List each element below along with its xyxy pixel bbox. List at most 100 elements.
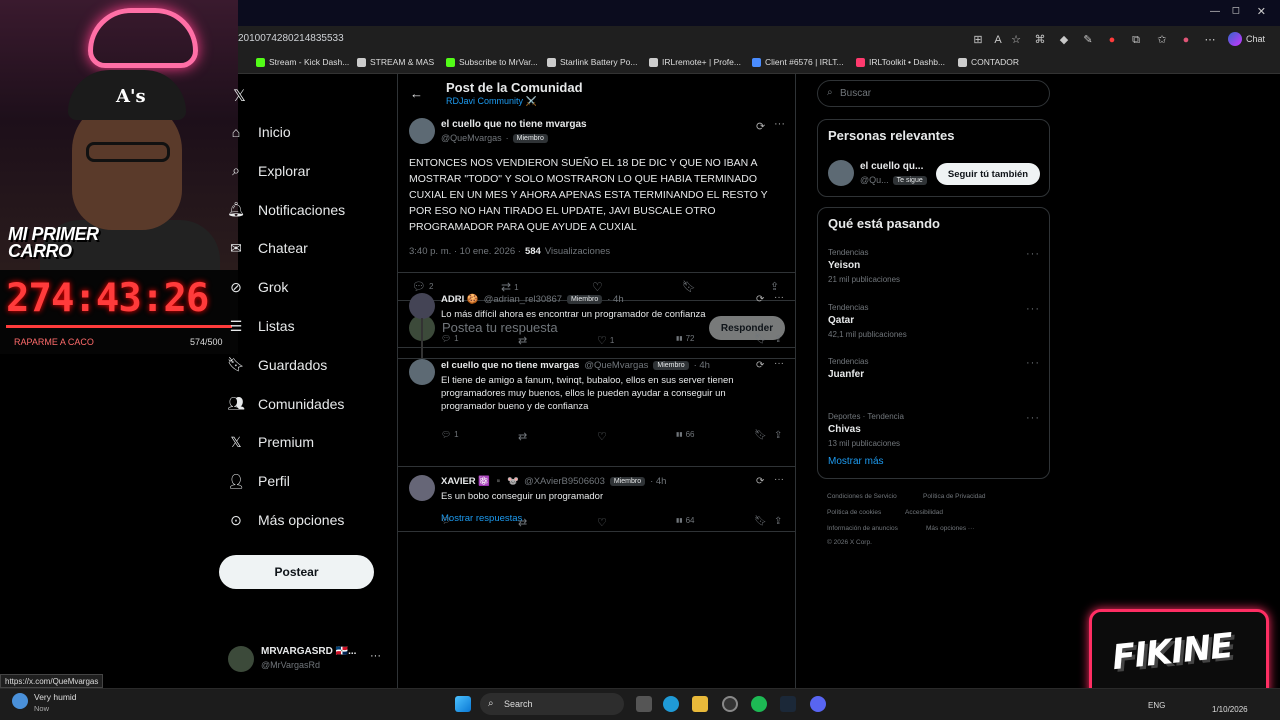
trend-more-icon[interactable]: ··· xyxy=(1026,303,1040,315)
repost-icon[interactable]: ⇄ xyxy=(518,430,527,443)
extension-red-icon[interactable]: ● xyxy=(1106,34,1118,46)
trend-more-icon[interactable]: ··· xyxy=(1026,248,1040,260)
post-timestamp[interactable]: 3:40 p. m. · 10 ene. 2026 · xyxy=(409,246,521,257)
bookmark-item[interactable]: IRLToolkit • Dashb... xyxy=(856,57,945,67)
taskbar-search[interactable]: ⌕ Search xyxy=(480,693,624,715)
share-icon[interactable]: ⇪ xyxy=(774,516,782,527)
post-more-icon[interactable]: ··· xyxy=(774,118,785,130)
reply-more-icon[interactable]: ··· xyxy=(774,474,784,485)
reply-action[interactable]: 💬︎ 1 xyxy=(441,430,459,439)
share-icon[interactable]: ⇪ xyxy=(774,430,782,441)
minimize-button[interactable]: — xyxy=(1210,6,1220,17)
views-action[interactable]: ▮▮ 64 xyxy=(676,516,695,525)
bookmark-item[interactable]: Subscribe to MrVar... xyxy=(446,57,538,67)
author-handle[interactable]: @QueMvargas xyxy=(441,133,502,143)
share-icon[interactable]: ⇪ xyxy=(774,334,782,345)
bookmark-icon[interactable]: 🔖︎ xyxy=(754,516,767,527)
maximize-button[interactable]: ◻ xyxy=(1232,5,1240,16)
reply-more-icon[interactable]: ··· xyxy=(774,292,784,303)
trend-more-icon[interactable]: ··· xyxy=(1026,357,1040,369)
clock-date[interactable]: 1/10/2026 xyxy=(1212,705,1248,714)
trend-item[interactable]: Deportes · Tendencia Chivas 13 mil publica… xyxy=(828,412,1040,448)
bookmark-item[interactable]: IRLremote+ | Profe... xyxy=(649,57,741,67)
reply-time[interactable]: · 4h xyxy=(694,360,710,371)
copilot-chat-button[interactable]: Chat xyxy=(1228,32,1265,46)
search-input[interactable]: Buscar xyxy=(840,88,871,99)
like-icon[interactable]: ♡ xyxy=(592,280,603,294)
bookmark-icon[interactable]: 🔖︎ xyxy=(754,430,767,441)
bookmark-icon[interactable]: 🔖︎ xyxy=(682,280,696,293)
weather-icon[interactable] xyxy=(12,693,28,709)
relevant-avatar[interactable] xyxy=(828,160,854,186)
reply-avatar[interactable] xyxy=(409,293,435,319)
reply-author-name[interactable]: XAVIER ⚛️ ▪️ 🐭 xyxy=(441,476,519,487)
reply-author-handle[interactable]: @XAvierB9506603 xyxy=(524,476,605,487)
grok-analyze-icon[interactable]: ⟳ xyxy=(756,476,764,487)
x-logo-icon[interactable]: 𝕏 xyxy=(233,86,246,106)
trend-item[interactable]: Tendencias Juanfer ··· xyxy=(828,357,1040,384)
relevant-name[interactable]: el cuello qu... xyxy=(860,161,923,172)
extension-diamond-icon[interactable]: ◆ xyxy=(1058,34,1070,46)
views-action[interactable]: ▮▮ 66 xyxy=(676,430,695,439)
community-link[interactable]: RDJavi Community ⚔️ xyxy=(446,96,537,107)
nav-item-comunidades[interactable]: 👥︎ Comunidades xyxy=(227,395,344,412)
nav-item-notificaciones[interactable]: 🔔︎ Notificaciones xyxy=(227,201,345,218)
favorites-icon[interactable]: ✩ xyxy=(1156,34,1168,46)
nav-item-explorar[interactable]: ⌕ Explorar xyxy=(228,162,310,179)
reply-more-icon[interactable]: ··· xyxy=(774,358,784,369)
repost-icon[interactable]: ⇄ xyxy=(518,516,527,529)
bookmark-item[interactable]: Stream - Kick Dash... xyxy=(256,57,349,67)
favorite-star-icon[interactable]: ☆ xyxy=(1010,34,1022,46)
trend-more-icon[interactable]: ··· xyxy=(1026,412,1040,424)
footer-link[interactable]: Política de Privacidad xyxy=(923,493,986,500)
windows-start-icon[interactable] xyxy=(455,696,471,712)
grok-analyze-icon[interactable]: ⟳ xyxy=(756,294,764,305)
spotify-icon[interactable] xyxy=(751,696,767,712)
footer-link[interactable]: Condiciones de Servicio xyxy=(827,493,897,500)
repost-icon[interactable]: ⇄ xyxy=(518,334,527,347)
reply-input[interactable]: Postea tu respuesta xyxy=(442,320,558,335)
extensions-puzzle-icon[interactable]: ⧉ xyxy=(1130,34,1142,46)
nav-item-grok[interactable]: ⊘ Grok xyxy=(228,279,288,296)
author-name[interactable]: el cuello que no tiene mvargas xyxy=(441,119,587,130)
reply-action[interactable]: 💬︎ xyxy=(441,516,454,525)
footer-link[interactable]: Más opciones ··· xyxy=(926,525,974,532)
nav-item-más-opciones[interactable]: ⊙ Más opciones xyxy=(228,512,344,529)
grok-analyze-icon[interactable]: ⟳ xyxy=(756,360,764,371)
url-text[interactable]: 2010074280214835533 xyxy=(238,33,344,44)
nav-item-inicio[interactable]: ⌂ Inicio xyxy=(228,124,291,140)
close-window-button[interactable]: ✕ xyxy=(1257,5,1266,18)
footer-link[interactable]: Accesibilidad xyxy=(905,509,943,516)
obs-icon[interactable] xyxy=(722,696,738,712)
task-view-icon[interactable] xyxy=(636,696,652,712)
trend-item[interactable]: Tendencias Yeison 21 mil publicaciones ··· xyxy=(828,248,1040,284)
edge-icon[interactable] xyxy=(663,696,679,712)
bookmark-icon[interactable]: 🔖︎ xyxy=(754,334,767,345)
nav-item-listas[interactable]: ☰ Listas xyxy=(228,318,295,335)
search-box[interactable]: ⌕ Buscar xyxy=(817,80,1050,107)
show-more-link[interactable]: Mostrar más xyxy=(828,456,884,467)
nav-item-chatear[interactable]: ✉ Chatear xyxy=(228,240,308,257)
extension-icon[interactable]: ⌘ xyxy=(1034,34,1046,46)
grok-analyze-icon[interactable]: ⟳ xyxy=(756,120,765,133)
nav-item-premium[interactable]: 𝕏 Premium xyxy=(228,434,314,451)
like-action[interactable]: ♡ 1 xyxy=(597,334,614,347)
repost-action[interactable]: ⇄ 1 xyxy=(501,280,519,294)
reply-author-name[interactable]: el cuello que no tiene mvargas xyxy=(441,360,579,371)
account-more-icon[interactable]: ··· xyxy=(370,650,381,662)
reply-avatar[interactable] xyxy=(409,475,435,501)
reply-action[interactable]: 💬︎ 2 xyxy=(412,280,433,293)
views-action[interactable]: ▮▮ 72 xyxy=(676,334,695,343)
like-action[interactable]: ♡ xyxy=(597,516,610,529)
file-explorer-icon[interactable] xyxy=(692,696,708,712)
footer-link[interactable]: Información de anuncios xyxy=(827,525,898,532)
reply-action[interactable]: 💬︎ 1 xyxy=(441,334,459,343)
post-button[interactable]: Postear xyxy=(219,555,374,589)
nav-item-perfil[interactable]: 👤︎ Perfil xyxy=(227,473,290,490)
extension-pen-icon[interactable]: ✎ xyxy=(1082,34,1094,46)
footer-link[interactable]: Política de cookies xyxy=(827,509,881,516)
bookmark-item[interactable]: CONTADOR xyxy=(958,57,1019,67)
discord-icon[interactable] xyxy=(810,696,826,712)
nav-item-guardados[interactable]: 🔖︎ Guardados xyxy=(227,356,327,373)
bookmark-item[interactable]: Starlink Battery Po... xyxy=(547,57,637,67)
